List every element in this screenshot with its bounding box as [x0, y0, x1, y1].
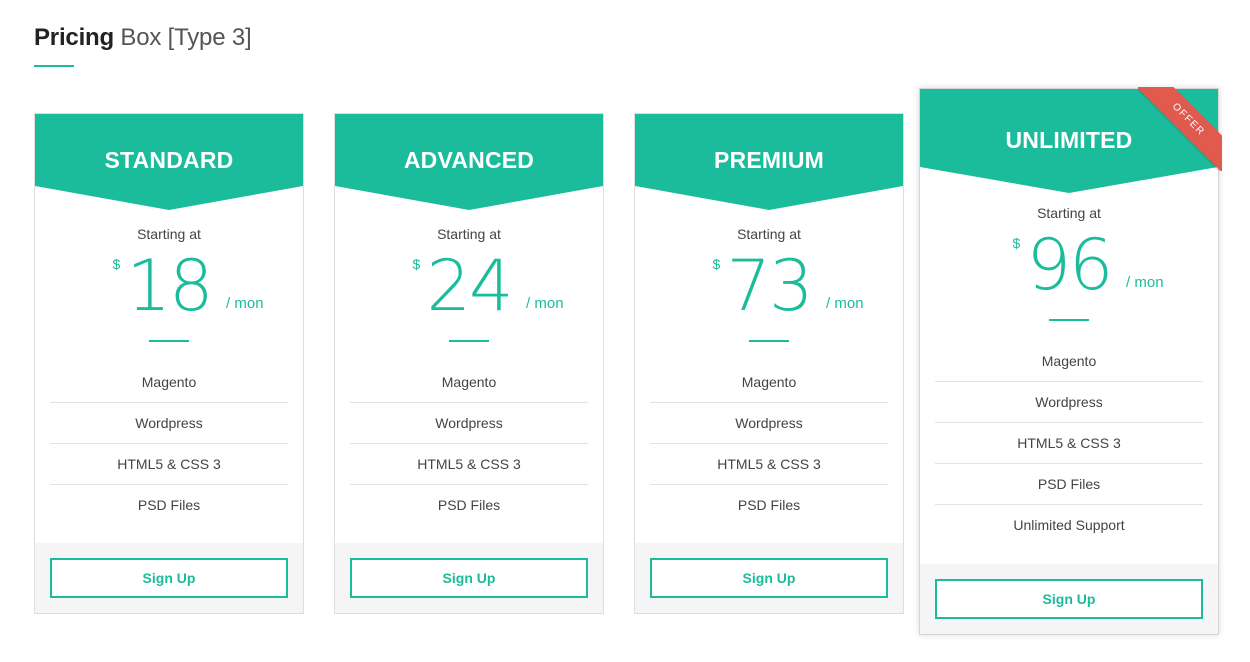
feature-item: HTML5 & CSS 3	[350, 444, 588, 485]
card-footer: Sign Up	[35, 543, 303, 613]
price-amount: 96	[1026, 224, 1113, 306]
feature-item: Magento	[650, 362, 888, 403]
title-underline	[34, 65, 74, 67]
card-header: STANDARD	[35, 114, 303, 210]
price: $ 73 / mon	[635, 251, 903, 326]
feature-item: Wordpress	[935, 382, 1203, 423]
feature-item: Wordpress	[650, 403, 888, 444]
feature-item: Wordpress	[50, 403, 288, 444]
section-title-bold: Pricing	[34, 24, 114, 51]
feature-item: HTML5 & CSS 3	[650, 444, 888, 485]
price-divider	[149, 340, 189, 342]
card-footer: Sign Up	[635, 543, 903, 613]
feature-list: Magento Wordpress HTML5 & CSS 3 PSD File…	[50, 362, 288, 525]
sign-up-button[interactable]: Sign Up	[50, 558, 288, 598]
feature-item: Magento	[935, 341, 1203, 382]
offer-ribbon: OFFER	[1138, 87, 1222, 171]
currency-symbol: $	[112, 256, 121, 272]
price: $ 96 / mon	[920, 230, 1218, 305]
starting-at-label: Starting at	[1037, 205, 1101, 221]
currency-symbol: $	[412, 256, 421, 272]
card-footer: Sign Up	[920, 564, 1218, 634]
feature-item: Magento	[50, 362, 288, 403]
price-divider	[1049, 319, 1089, 321]
feature-item: PSD Files	[137, 497, 201, 513]
price-amount: 18	[126, 245, 213, 327]
starting-at-label: Starting at	[737, 226, 801, 242]
price-period: / mon	[526, 295, 564, 312]
feature-item: HTML5 & CSS 3	[935, 423, 1203, 464]
section-title-light: Box [Type 3]	[120, 24, 252, 51]
pricing-card-premium: PREMIUM Starting at $ 73 / mon Magento W…	[634, 113, 904, 614]
price-divider	[749, 340, 789, 342]
feature-item: Magento	[350, 362, 588, 403]
feature-item: PSD Files	[737, 497, 801, 513]
feature-item: PSD Files	[935, 464, 1203, 505]
card-header: PREMIUM	[635, 114, 903, 210]
feature-item: PSD Files	[437, 497, 501, 513]
starting-at-label: Starting at	[437, 226, 501, 242]
price-amount: 24	[426, 245, 513, 327]
pricing-card-unlimited: UNLIMITED OFFER Starting at $ 96 / mon M…	[919, 87, 1222, 635]
sign-up-button[interactable]: Sign Up	[935, 579, 1203, 619]
price-period: / mon	[826, 295, 864, 312]
feature-item: Unlimited Support	[1013, 517, 1125, 533]
price: $ 18 / mon	[35, 251, 303, 326]
feature-list: Magento Wordpress HTML5 & CSS 3 PSD File…	[935, 341, 1203, 545]
price: $ 24 / mon	[335, 251, 603, 326]
starting-at-label: Starting at	[137, 226, 201, 242]
plan-name: STANDARD	[104, 147, 234, 173]
sign-up-button[interactable]: Sign Up	[350, 558, 588, 598]
sign-up-button[interactable]: Sign Up	[650, 558, 888, 598]
card-footer: Sign Up	[335, 543, 603, 613]
card-header: ADVANCED	[335, 114, 603, 210]
pricing-card-standard: STANDARD Starting at $ 18 / mon Magento …	[34, 113, 304, 614]
price-divider	[449, 340, 489, 342]
feature-list: Magento Wordpress HTML5 & CSS 3 PSD File…	[650, 362, 888, 525]
pricing-card-advanced: ADVANCED Starting at $ 24 / mon Magento …	[334, 113, 604, 614]
price-period: / mon	[226, 295, 264, 312]
feature-list: Magento Wordpress HTML5 & CSS 3 PSD File…	[350, 362, 588, 525]
section-title: Pricing Box [Type 3]	[34, 24, 252, 52]
currency-symbol: $	[1012, 235, 1021, 251]
price-period: / mon	[1126, 274, 1164, 291]
currency-symbol: $	[712, 256, 721, 272]
price-amount: 73	[726, 245, 813, 327]
plan-name: ADVANCED	[403, 147, 535, 173]
feature-item: HTML5 & CSS 3	[50, 444, 288, 485]
offer-ribbon-label: OFFER	[1138, 87, 1222, 171]
feature-item: Wordpress	[350, 403, 588, 444]
plan-name: PREMIUM	[713, 147, 824, 173]
